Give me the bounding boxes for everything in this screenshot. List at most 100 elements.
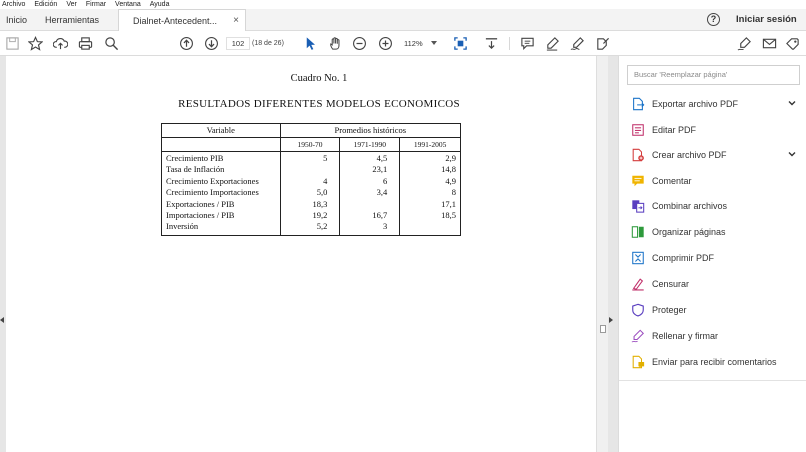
tools-search-input[interactable]: Buscar 'Reemplazar página' [627, 65, 800, 85]
select-cursor-icon[interactable] [302, 35, 318, 51]
column-header-period: 1991-2005 [399, 137, 461, 152]
column-header-variable: Variable [161, 123, 281, 138]
tool-fill-sign[interactable]: Rellenar y firmar [631, 326, 801, 346]
more-tools-icon[interactable] [784, 35, 800, 51]
print-icon[interactable] [77, 35, 93, 51]
menu-firmar[interactable]: Firmar [86, 0, 106, 9]
collapse-right-pane-icon[interactable] [609, 317, 613, 323]
tool-redact[interactable]: Censurar [631, 274, 801, 294]
table-cell: 14,8 [399, 164, 461, 176]
tool-organize-pages[interactable]: Organizar páginas [631, 222, 801, 242]
table-row: Crecimiento Importaciones 5,0 3,4 8 [161, 187, 461, 199]
tool-label: Censurar [652, 279, 690, 289]
column-header-group: Promedios históricos [279, 123, 462, 138]
table-cell: 5,2 [279, 221, 341, 236]
tool-export-pdf[interactable]: Exportar archivo PDF [631, 94, 801, 114]
tool-label: Comentar [652, 176, 692, 186]
page-number-input[interactable]: 102 [226, 37, 250, 50]
table-cell [399, 221, 461, 236]
protect-icon [632, 303, 644, 317]
vertical-scrollbar[interactable] [596, 56, 608, 452]
help-icon[interactable]: ? [707, 13, 720, 26]
fit-page-icon[interactable] [452, 35, 468, 51]
star-icon[interactable] [27, 35, 43, 51]
scroll-mode-icon[interactable] [483, 35, 499, 51]
create-pdf-icon [632, 148, 644, 162]
row-label: Crecimiento Exportaciones [161, 175, 281, 188]
highlight-pen-icon[interactable] [544, 35, 560, 51]
fill-sign-icon [631, 329, 644, 343]
organize-pages-icon [631, 226, 644, 238]
table-heading: RESULTADOS DIFERENTES MODELOS ECONOMICOS [178, 98, 460, 110]
column-header-period: 1971-1990 [339, 137, 401, 152]
table-cell: 4,5 [339, 151, 401, 165]
menu-ventana[interactable]: Ventana [115, 0, 141, 9]
row-label: Crecimiento PIB [161, 151, 281, 165]
signature-pen-icon[interactable] [736, 35, 752, 51]
signin-button[interactable]: Iniciar sesión [736, 9, 797, 31]
page-count: (18 de 26) [252, 40, 284, 47]
table-cell: 4 [279, 175, 341, 188]
menu-ayuda[interactable]: Ayuda [150, 0, 170, 9]
chevron-down-icon[interactable] [431, 41, 437, 45]
tool-combine-files[interactable]: Combinar archivos [631, 196, 801, 216]
export-pdf-icon [633, 97, 645, 111]
row-label: Crecimiento Importaciones [161, 187, 281, 199]
table-cell: 17,1 [399, 198, 461, 211]
send-review-icon [632, 355, 645, 369]
menu-ver[interactable]: Ver [66, 0, 77, 9]
tool-compress-pdf[interactable]: Comprimir PDF [631, 248, 801, 268]
tool-protect[interactable]: Proteger [631, 300, 801, 320]
page-down-icon[interactable] [203, 35, 219, 51]
tool-label: Organizar páginas [652, 227, 726, 237]
sign-icon[interactable] [569, 35, 585, 51]
tool-send-review[interactable]: Enviar para recibir comentarios [631, 352, 801, 372]
table-cell: 2,9 [399, 151, 461, 165]
mail-icon[interactable] [761, 35, 777, 51]
table-cell: 5 [279, 151, 341, 165]
comment-icon [632, 175, 644, 187]
menu-archivo[interactable]: Archivo [2, 0, 25, 9]
tab-document[interactable]: Dialnet-Antecedent... × [118, 9, 246, 31]
toolbar: 102 (18 de 26) 112% [0, 31, 806, 56]
menu-bar: Archivo Edición Ver Firmar Ventana Ayuda [0, 0, 806, 9]
table-cell [339, 198, 401, 211]
tool-create-pdf[interactable]: Crear archivo PDF [631, 145, 801, 165]
page-up-icon[interactable] [178, 35, 194, 51]
row-label: Exportaciones / PIB [161, 198, 281, 211]
tools-pane: Buscar 'Reemplazar página' Exportar arch… [618, 56, 806, 452]
tool-label: Proteger [652, 305, 687, 315]
tab-bar: Inicio Herramientas Dialnet-Antecedent..… [0, 9, 806, 31]
table-cell: 4,9 [399, 175, 461, 188]
save-icon[interactable] [4, 35, 20, 51]
close-icon[interactable]: × [233, 10, 239, 32]
table-cell: 6 [339, 175, 401, 188]
table-cell: 3 [339, 221, 401, 236]
search-icon[interactable] [103, 35, 119, 51]
zoom-level[interactable]: 112% [404, 37, 423, 50]
menu-edicion[interactable]: Edición [34, 0, 57, 9]
fill-form-icon[interactable] [594, 35, 610, 51]
collapse-left-pane-icon[interactable] [0, 317, 4, 323]
tab-document-label: Dialnet-Antecedent... [133, 16, 218, 26]
tab-home[interactable]: Inicio [6, 9, 27, 31]
zoom-out-icon[interactable] [351, 35, 367, 51]
hand-tool-icon[interactable] [327, 35, 343, 51]
tool-comment[interactable]: Comentar [631, 171, 801, 191]
table-row: Crecimiento Exportaciones 4 6 4,9 [161, 175, 461, 188]
comment-icon[interactable] [519, 35, 535, 51]
table-cell: 23,1 [339, 164, 401, 176]
zoom-in-icon[interactable] [377, 35, 393, 51]
tool-edit-pdf[interactable]: Editar PDF [631, 120, 801, 140]
document-viewer: Cuadro No. 1 RESULTADOS DIFERENTES MODEL… [0, 56, 618, 452]
table-cell: 19,2 [279, 210, 341, 222]
split-handle[interactable] [600, 325, 606, 333]
upload-cloud-icon[interactable] [52, 35, 68, 51]
chevron-down-icon[interactable] [787, 149, 797, 159]
tab-tools[interactable]: Herramientas [45, 9, 99, 31]
tool-label: Exportar archivo PDF [652, 99, 739, 109]
tool-label: Combinar archivos [652, 201, 728, 211]
chevron-down-icon[interactable] [787, 98, 797, 108]
table-row: Crecimiento PIB 5 4,5 2,9 [161, 151, 461, 165]
redact-icon [632, 278, 644, 291]
